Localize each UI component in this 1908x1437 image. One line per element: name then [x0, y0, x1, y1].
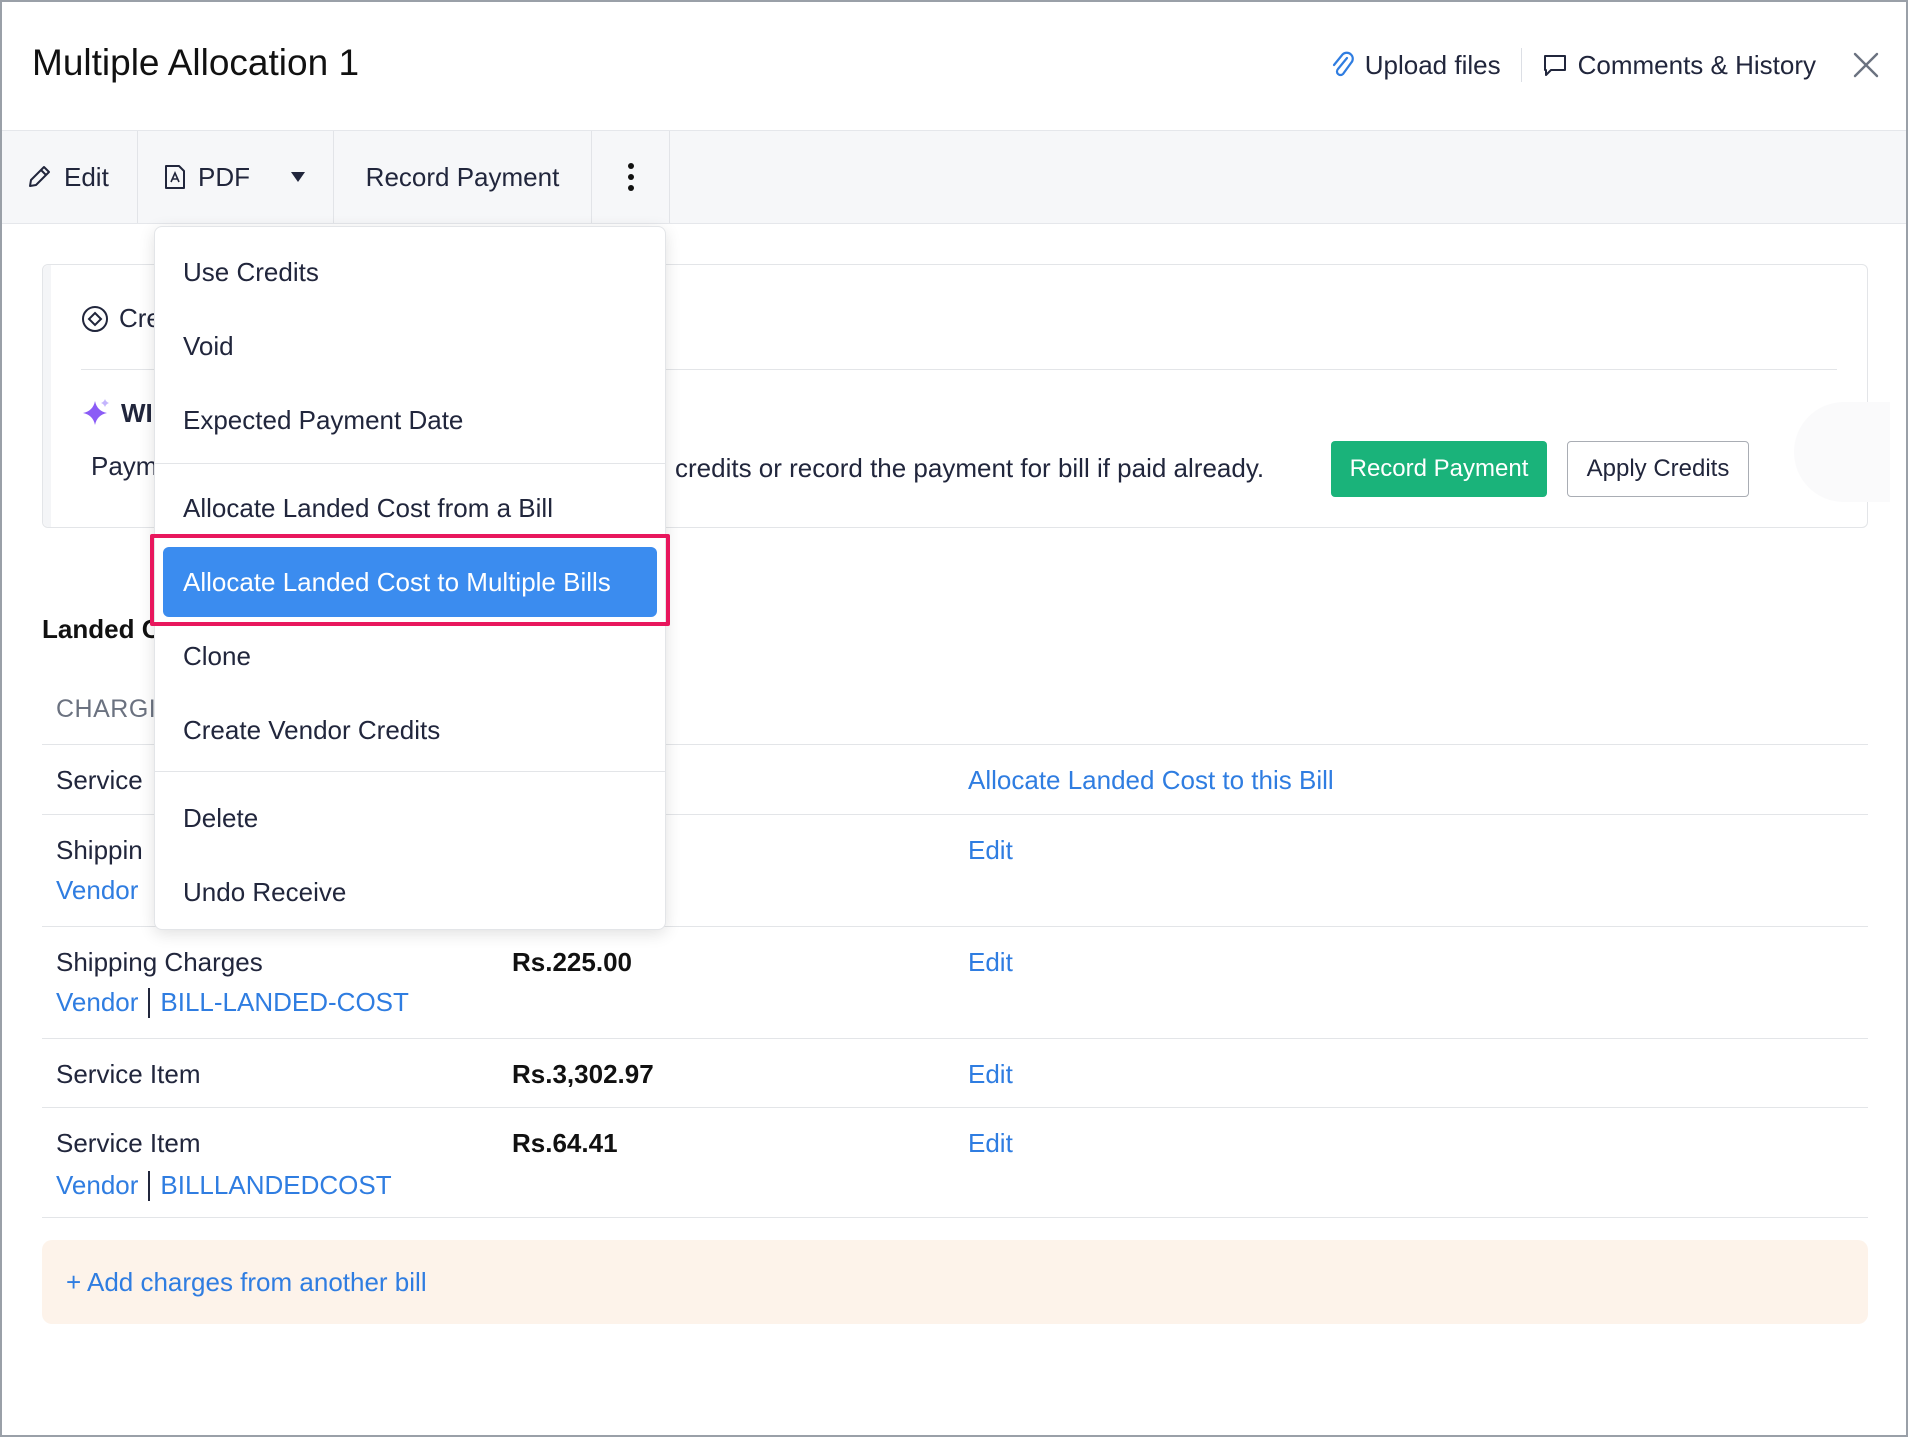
menu-item-void[interactable]: Void — [183, 331, 234, 362]
menu-divider — [155, 771, 665, 772]
action-toolbar: Edit PDF Record Payment — [2, 130, 1906, 224]
menu-item-clone[interactable]: Clone — [183, 641, 251, 672]
close-button[interactable] — [1846, 45, 1886, 85]
landed-cost-heading-text: Landed — [42, 614, 135, 644]
menu-item-create-vendor-credits[interactable]: Create Vendor Credits — [183, 715, 440, 746]
bill-detail-panel: Multiple Allocation 1 Upload files Comme… — [0, 0, 1908, 1437]
vendor-link[interactable]: Vendor — [56, 987, 138, 1018]
more-options-menu: Use Credits Void Expected Payment Date A… — [154, 226, 666, 930]
charge-amount: Rs.3,302.97 — [512, 1059, 654, 1089]
table-bottom-border — [42, 1217, 1868, 1218]
comments-history-button[interactable]: Comments & History — [1542, 50, 1816, 81]
vendor-link-group: Vendor — [56, 875, 138, 906]
comments-history-label: Comments & History — [1577, 49, 1816, 80]
whats-next-heading: WI — [81, 397, 153, 429]
caret-down-icon[interactable] — [290, 171, 306, 183]
vendor-link-group: Vendor BILL-LANDED-COST — [56, 987, 409, 1018]
edit-link[interactable]: Edit — [968, 835, 1013, 866]
bill-link[interactable]: BILLLANDEDCOST — [160, 1170, 391, 1201]
apply-credits-button[interactable]: Apply Credits — [1567, 441, 1749, 497]
table-row: Shipping Charges Vendor BILL-LANDED-COST… — [42, 926, 1868, 1038]
landed-cost-heading: Landed C — [42, 614, 160, 645]
panel-header: Multiple Allocation 1 Upload files Comme… — [2, 2, 1906, 130]
upload-files-button[interactable]: Upload files — [1331, 50, 1501, 81]
side-panel-handle[interactable] — [1794, 402, 1890, 502]
pdf-label: PDF — [198, 161, 250, 192]
charge-amount: Rs.225.00 — [512, 947, 632, 977]
edit-link[interactable]: Edit — [968, 1128, 1013, 1159]
menu-item-use-credits[interactable]: Use Credits — [183, 257, 319, 288]
menu-item-undo-receive[interactable]: Undo Receive — [183, 877, 346, 908]
pdf-button[interactable]: PDF — [138, 131, 334, 223]
link-separator — [148, 1170, 151, 1201]
card-accent — [43, 265, 51, 527]
edit-label: Edit — [64, 161, 109, 192]
link-separator — [148, 987, 151, 1018]
card-status-header: Cre — [81, 303, 161, 334]
paperclip-icon — [1331, 50, 1355, 80]
pdf-icon — [164, 164, 186, 190]
charge-name: Service — [56, 765, 143, 795]
table-row: Service Item Rs.3,302.97 Edit — [42, 1038, 1868, 1107]
menu-item-delete[interactable]: Delete — [183, 803, 258, 834]
edit-link[interactable]: Edit — [968, 1059, 1013, 1090]
vendor-link-group: Vendor BILLLANDEDCOST — [56, 1170, 392, 1201]
add-charges-button[interactable]: + Add charges from another bill — [42, 1240, 1868, 1324]
charge-amount: Rs.64.41 — [512, 1128, 618, 1158]
sparkle-icon — [81, 397, 111, 429]
header-actions: Upload files Comments & History — [1331, 42, 1886, 88]
page-title: Multiple Allocation 1 — [32, 42, 360, 83]
header-divider — [1520, 48, 1522, 82]
bill-link[interactable]: BILL-LANDED-COST — [160, 987, 409, 1018]
table-row: Service Item Vendor BILLLANDEDCOST Rs.64… — [42, 1107, 1868, 1219]
vertical-dots-icon — [627, 162, 635, 192]
menu-item-expected-payment-date[interactable]: Expected Payment Date — [183, 405, 463, 436]
more-options-button[interactable] — [592, 131, 670, 223]
menu-item-allocate-from-bill[interactable]: Allocate Landed Cost from a Bill — [183, 493, 553, 524]
whats-next-label: WI — [121, 397, 153, 428]
charge-name: Shipping Charges — [56, 947, 263, 977]
charge-name: Shippin — [56, 835, 143, 865]
card-text-start: Paym — [91, 451, 158, 481]
menu-divider — [155, 463, 665, 464]
comment-icon — [1542, 52, 1568, 78]
status-circle-icon — [81, 305, 109, 333]
upload-files-label: Upload files — [1364, 49, 1501, 80]
card-message: credits or record the payment for bill i… — [675, 453, 1265, 483]
edit-link[interactable]: Edit — [968, 947, 1013, 978]
menu-item-allocate-to-multiple-bills[interactable]: Allocate Landed Cost to Multiple Bills — [163, 547, 657, 617]
charge-name: Service Item — [56, 1128, 201, 1158]
charges-column-header: CHARGI — [56, 695, 157, 723]
record-payment-button[interactable]: Record Payment — [334, 131, 592, 223]
close-icon — [1852, 51, 1880, 79]
vendor-link[interactable]: Vendor — [56, 875, 138, 906]
edit-button[interactable]: Edit — [2, 131, 138, 223]
card-record-payment-button[interactable]: Record Payment — [1331, 441, 1547, 497]
pencil-icon — [26, 164, 52, 190]
vendor-link[interactable]: Vendor — [56, 1170, 138, 1201]
charge-name: Service Item — [56, 1059, 201, 1089]
allocate-to-bill-link[interactable]: Allocate Landed Cost to this Bill — [968, 765, 1334, 796]
